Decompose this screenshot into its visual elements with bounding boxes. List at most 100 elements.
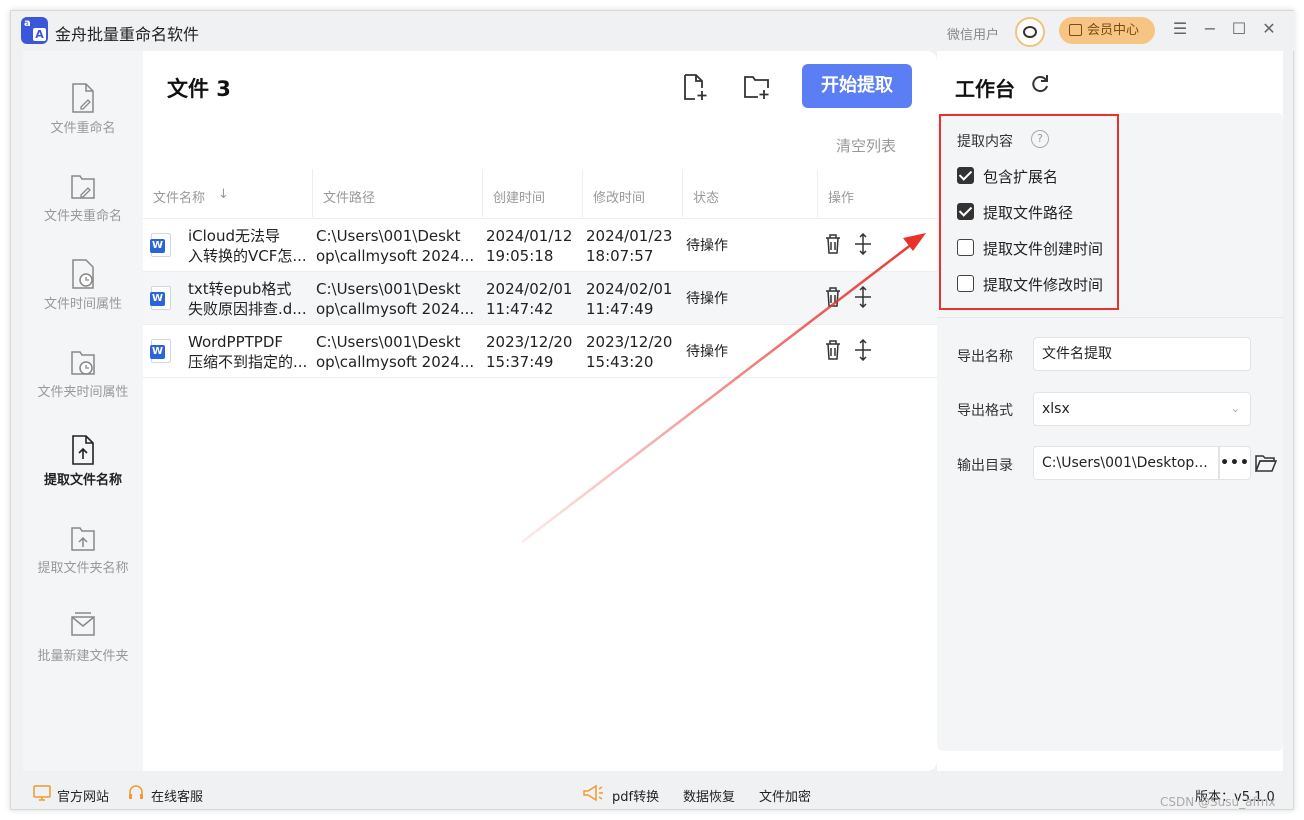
move-icon[interactable] xyxy=(854,339,872,361)
move-icon[interactable] xyxy=(854,233,872,255)
output-dir-label: 输出目录 xyxy=(957,458,1013,474)
modified-time-cell: 2024/01/23 18:07:57 xyxy=(586,227,673,265)
column-divider xyxy=(582,169,583,217)
footer-bar: 官方网站 在线客服 pdf转换 数据恢复 文件加密 版本：v5.1.0 xyxy=(11,777,1295,811)
output-dir-input[interactable]: C:\Users\001\Desktop... xyxy=(1033,446,1219,480)
menu-icon[interactable]: ☰ xyxy=(1170,19,1190,39)
logo-letter-small: a xyxy=(24,18,31,29)
column-header-modified: 修改时间 xyxy=(593,191,646,206)
app-title: 金舟批量重命名软件 xyxy=(55,25,200,44)
delete-icon[interactable] xyxy=(824,339,842,361)
sidebar-item-label: 提取文件夹名称 xyxy=(37,561,129,576)
sidebar-item-extract-folder-name[interactable]: 提取文件夹名称 xyxy=(23,523,143,611)
watermark: CSDN @Susu_afmx xyxy=(1160,795,1276,809)
file-path-cell: C:\Users\001\Deskt op\callmysoft 2024... xyxy=(316,333,475,371)
word-file-icon: W xyxy=(150,286,171,310)
customer-service-icon[interactable] xyxy=(127,784,145,802)
pdf-convert-link[interactable]: pdf转换 xyxy=(612,786,659,805)
refresh-icon[interactable] xyxy=(1029,73,1051,95)
workbench-title: 工作台 xyxy=(955,77,1015,101)
data-recovery-link[interactable]: 数据恢复 xyxy=(683,786,735,805)
avatar-face-icon xyxy=(1023,26,1037,38)
status-cell: 待操作 xyxy=(686,344,728,360)
website-icon[interactable] xyxy=(33,784,51,802)
vip-icon xyxy=(1069,24,1082,36)
file-edit-icon xyxy=(72,83,94,113)
column-header-path: 文件路径 xyxy=(323,191,376,206)
file-name-cell: WordPPTPDF 压缩不到指定的... xyxy=(188,333,308,371)
file-clock-icon xyxy=(72,259,94,289)
word-file-icon: W xyxy=(150,233,171,257)
sidebar-item-label: 提取文件名称 xyxy=(43,473,122,488)
table-row[interactable]: W iCloud无法导 入转换的VCF怎... C:\Users\001\Desk… xyxy=(143,219,937,272)
maximize-button[interactable]: ☐ xyxy=(1229,19,1249,39)
minimize-button[interactable]: − xyxy=(1200,19,1220,39)
app-window: a A 金舟批量重命名软件 微信用户 会员中心 ☰ − ☐ ✕ 文件重命名 文件… xyxy=(10,10,1295,811)
sidebar-item-label: 文件时间属性 xyxy=(43,297,122,312)
column-divider xyxy=(682,169,683,217)
file-encrypt-link[interactable]: 文件加密 xyxy=(759,786,811,805)
browse-dots-button[interactable]: ••• xyxy=(1219,446,1251,480)
workbench-settings: 提取内容 ? 包含扩展名 提取文件路径 提取文件创建时间 提取文件修改时间 导出… xyxy=(937,113,1283,751)
table-row[interactable]: W WordPPTPDF 压缩不到指定的... C:\Users\001\Desk… xyxy=(143,325,937,378)
highlight-box xyxy=(939,114,1119,310)
add-file-icon[interactable] xyxy=(681,73,709,101)
sidebar-item-file-rename[interactable]: 文件重命名 xyxy=(23,83,143,171)
add-folder-icon[interactable] xyxy=(743,73,771,101)
modified-time-cell: 2023/12/20 15:43:20 xyxy=(586,333,673,371)
sidebar-item-batch-new-folder[interactable]: 批量新建文件夹 xyxy=(23,611,143,699)
sidebar-item-folder-rename[interactable]: 文件夹重命名 xyxy=(23,171,143,259)
folder-upload-icon xyxy=(71,527,95,551)
start-extract-button[interactable]: 开始提取 xyxy=(802,64,912,108)
sort-arrow-icon[interactable]: ↓ xyxy=(218,187,229,202)
file-upload-icon xyxy=(72,435,94,465)
online-service-link[interactable]: 在线客服 xyxy=(151,786,203,805)
sidebar: 文件重命名 文件夹重命名 文件时间属性 文件夹时间属性 提取文件名称 提取文件夹… xyxy=(23,51,143,771)
word-file-icon: W xyxy=(150,339,171,363)
vip-center-label: 会员中心 xyxy=(1087,23,1140,38)
new-folder-icon xyxy=(71,612,95,636)
sidebar-item-extract-file-name[interactable]: 提取文件名称 xyxy=(23,435,143,523)
vip-center-button[interactable]: 会员中心 xyxy=(1059,17,1155,44)
logo-letter-large: A xyxy=(33,28,46,41)
avatar[interactable] xyxy=(1015,17,1045,47)
sidebar-item-label: 批量新建文件夹 xyxy=(37,649,129,664)
divider xyxy=(937,317,1283,318)
sidebar-item-label: 文件夹时间属性 xyxy=(37,385,129,400)
created-time-cell: 2024/02/01 11:47:42 xyxy=(486,280,573,318)
close-button[interactable]: ✕ xyxy=(1259,19,1279,39)
export-name-input[interactable]: 文件名提取 xyxy=(1033,337,1251,371)
clear-list-button[interactable]: 清空列表 xyxy=(836,135,896,156)
app-logo-icon: a A xyxy=(21,17,48,44)
file-name-cell: iCloud无法导 入转换的VCF怎... xyxy=(188,227,307,265)
column-header-status: 状态 xyxy=(693,191,720,206)
column-header-actions: 操作 xyxy=(828,191,855,206)
chevron-down-icon: ⌄ xyxy=(1230,402,1240,415)
move-icon[interactable] xyxy=(854,286,872,308)
sidebar-item-label: 文件夹重命名 xyxy=(43,209,122,224)
table-row[interactable]: W txt转epub格式 失败原因排查.d... C:\Users\001\Des… xyxy=(143,272,937,325)
user-name[interactable]: 微信用户 xyxy=(947,24,999,43)
sidebar-item-file-time[interactable]: 文件时间属性 xyxy=(23,259,143,347)
megaphone-icon xyxy=(583,784,603,802)
file-path-cell: C:\Users\001\Deskt op\callmysoft 2024... xyxy=(316,280,475,318)
file-name-cell: txt转epub格式 失败原因排查.d... xyxy=(188,280,307,318)
page-title: 文件 3 xyxy=(167,77,231,101)
column-divider xyxy=(817,169,818,217)
official-website-link[interactable]: 官方网站 xyxy=(57,786,109,805)
sidebar-item-label: 文件重命名 xyxy=(50,121,116,136)
delete-icon[interactable] xyxy=(824,233,842,255)
export-format-value: xlsx xyxy=(1042,401,1070,417)
workbench-panel: 工作台 提取内容 ? 包含扩展名 提取文件路径 提取文件创建时间 提取文件修改时… xyxy=(937,51,1283,771)
column-header-name[interactable]: 文件名称 xyxy=(153,187,205,206)
delete-icon[interactable] xyxy=(824,286,842,308)
status-cell: 待操作 xyxy=(686,291,728,307)
export-format-label: 导出格式 xyxy=(957,403,1013,419)
sidebar-item-folder-time[interactable]: 文件夹时间属性 xyxy=(23,347,143,435)
title-bar: a A 金舟批量重命名软件 微信用户 会员中心 ☰ − ☐ ✕ xyxy=(11,11,1295,51)
file-path-cell: C:\Users\001\Deskt op\callmysoft 2024... xyxy=(316,227,475,265)
export-format-select[interactable]: xlsx ⌄ xyxy=(1033,392,1251,426)
modified-time-cell: 2024/02/01 11:47:49 xyxy=(586,280,673,318)
status-cell: 待操作 xyxy=(686,238,728,254)
open-folder-icon[interactable] xyxy=(1255,453,1277,473)
